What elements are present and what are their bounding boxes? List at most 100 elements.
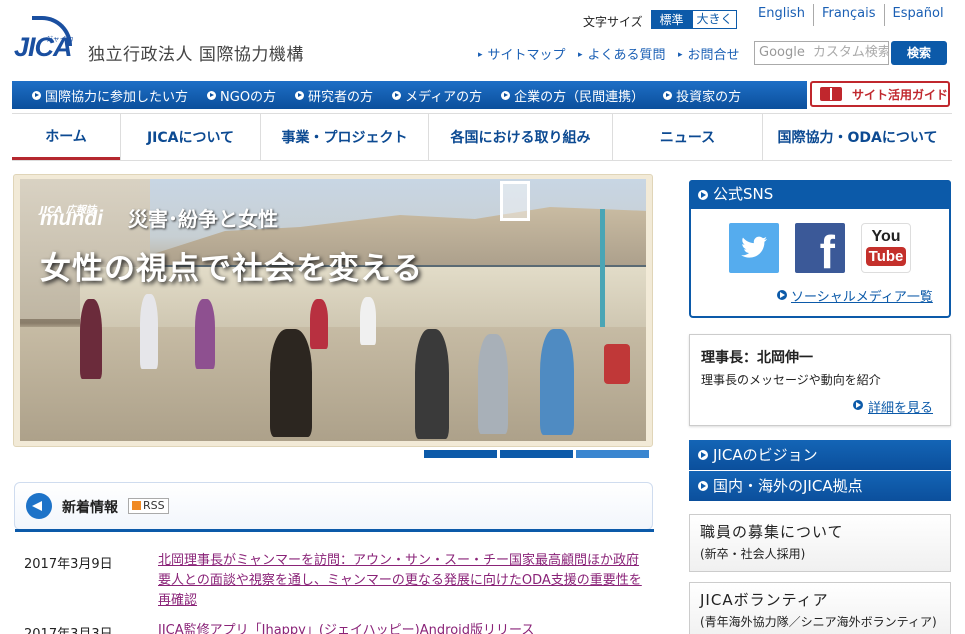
jica-vision-button[interactable]: JICAのビジョン xyxy=(689,440,951,470)
youtube-icon[interactable]: You Tube xyxy=(861,223,911,273)
arrow-bullet-icon xyxy=(698,190,708,200)
child-figure xyxy=(540,329,574,435)
child-figure xyxy=(140,294,158,369)
child-figure xyxy=(80,299,102,379)
audience-participate[interactable]: 国際協力に参加したい方 xyxy=(32,86,188,105)
arrow-bullet-icon xyxy=(698,481,708,491)
lang-english[interactable]: English xyxy=(750,4,813,26)
slide-indicator-3[interactable] xyxy=(576,450,649,458)
language-switcher: English Français Español xyxy=(750,4,952,26)
logo-text: JICA xyxy=(14,32,73,62)
main-nav: ホーム JICAについて 事業・プロジェクト 各国における取り組み ニュース 国… xyxy=(12,113,952,161)
hero-title: 女性の視点で社会を変える xyxy=(40,251,424,287)
audience-label: 研究者の方 xyxy=(308,89,374,105)
audience-label: NGOの方 xyxy=(220,89,277,105)
child-figure xyxy=(195,299,215,369)
audience-label: 投資家の方 xyxy=(676,89,742,105)
hoop-pole xyxy=(600,209,605,329)
basketball-hoop xyxy=(500,181,530,221)
org-name: 独立行政法人 国際協力機構 xyxy=(88,45,304,65)
nav-projects[interactable]: 事業・プロジェクト xyxy=(260,114,428,160)
arrow-bullet-icon xyxy=(295,90,305,100)
arrow-bullet-icon xyxy=(207,90,217,100)
audience-nav: 国際協力に参加したい方 NGOの方 研究者の方 メディアの方 企業の方（民間連携… xyxy=(12,81,807,109)
jica-logo[interactable]: ジャイカ JICA xyxy=(12,14,76,64)
president-details-link[interactable]: 詳細を見る xyxy=(868,397,933,416)
rss-button[interactable]: RSS xyxy=(128,498,169,514)
audience-label: メディアの方 xyxy=(405,89,483,105)
child-figure xyxy=(360,297,376,345)
hero-subtitle: 災害･紛争と女性 xyxy=(128,207,278,231)
news-link[interactable]: JICA監修アプリ「Jhappy」(ジェイハッピー)Android版リリース xyxy=(158,621,648,634)
facebook-icon[interactable]: f xyxy=(795,223,845,273)
arrow-bullet-icon xyxy=(777,290,787,300)
font-size-standard-button[interactable]: 標準 xyxy=(651,10,692,29)
child-figure xyxy=(310,299,328,349)
nav-countries[interactable]: 各国における取り組み xyxy=(428,114,612,160)
volunteer-title: JICAボランティア xyxy=(700,591,829,609)
jica-offices-button[interactable]: 国内・海外のJICA拠点 xyxy=(689,471,951,501)
recruitment-title: 職員の募集について xyxy=(700,523,844,541)
audience-media[interactable]: メディアの方 xyxy=(392,86,482,105)
audience-business[interactable]: 企業の方（民間連携） xyxy=(501,86,644,105)
audience-label: 企業の方（民間連携） xyxy=(514,89,645,105)
search-google-label: Google xyxy=(759,45,805,60)
faq-link[interactable]: よくある質問 xyxy=(578,44,666,63)
president-title: 理事長：北岡伸一 xyxy=(701,350,813,366)
nav-about-jica[interactable]: JICAについて xyxy=(120,114,260,160)
font-size-label: 文字サイズ xyxy=(583,15,643,29)
social-media-list-link[interactable]: ソーシャルメディア一覧 xyxy=(791,286,933,305)
slide-indicator-2[interactable] xyxy=(500,450,573,458)
volunteer-subtitle: (青年海外協力隊／シニア海外ボランティア) xyxy=(700,615,937,629)
hero-image[interactable] xyxy=(20,179,646,441)
nav-oda[interactable]: 国際協力・ODAについて xyxy=(762,114,952,160)
nav-home[interactable]: ホーム xyxy=(12,114,120,160)
president-description: 理事長のメッセージや動向を紹介 xyxy=(701,373,881,387)
book-icon xyxy=(820,87,842,101)
audience-label: 国際協力に参加したい方 xyxy=(45,89,189,105)
recruitment-subtitle: (新卒・社会人採用) xyxy=(700,547,806,561)
child-figure xyxy=(415,329,449,439)
search-placeholder: カスタム検索 xyxy=(812,45,889,60)
twitter-icon[interactable] xyxy=(729,223,779,273)
news-date: 2017年3月3日 xyxy=(24,623,113,634)
sns-header: 公式SNS xyxy=(689,180,951,209)
search-button[interactable]: 検索 xyxy=(891,41,947,65)
lang-french[interactable]: Français xyxy=(812,4,884,26)
font-size-large-button[interactable]: 大きく xyxy=(692,10,737,29)
jica-offices-label: 国内・海外のJICA拠点 xyxy=(713,477,863,495)
news-date: 2017年3月9日 xyxy=(24,557,113,572)
audience-researcher[interactable]: 研究者の方 xyxy=(295,86,373,105)
mundi-logo: mundi xyxy=(40,207,103,230)
rss-label: RSS xyxy=(143,499,165,512)
audience-ngo[interactable]: NGOの方 xyxy=(207,86,276,105)
audience-investor[interactable]: 投資家の方 xyxy=(663,86,741,105)
arrow-bullet-icon xyxy=(392,90,402,100)
arrow-bullet-icon xyxy=(663,90,673,100)
arrow-bullet-icon xyxy=(853,400,863,410)
arrow-bullet-icon xyxy=(32,90,41,100)
child-figure xyxy=(604,344,630,384)
lang-spanish[interactable]: Español xyxy=(883,4,952,26)
megaphone-icon xyxy=(26,493,52,519)
nav-news[interactable]: ニュース xyxy=(612,114,762,160)
jica-vision-label: JICAのビジョン xyxy=(713,446,818,464)
sitemap-link[interactable]: サイトマップ xyxy=(478,44,566,63)
child-figure xyxy=(478,334,508,434)
arrow-bullet-icon xyxy=(698,450,708,460)
youtube-tube: Tube xyxy=(865,247,907,266)
news-header-rule xyxy=(15,529,654,532)
search-input[interactable]: Google カスタム検索 xyxy=(754,41,889,65)
arrow-bullet-icon xyxy=(501,90,511,100)
site-guide-label: サイト活用ガイド xyxy=(852,87,949,102)
recruitment-button[interactable]: 職員の募集について (新卒・社会人採用) xyxy=(689,514,951,572)
youtube-you: You xyxy=(871,228,901,245)
volunteer-button[interactable]: JICAボランティア (青年海外協力隊／シニア海外ボランティア) xyxy=(689,582,951,634)
contact-link[interactable]: お問合せ xyxy=(678,44,740,63)
child-figure xyxy=(270,329,312,437)
twitter-bird-icon xyxy=(741,236,767,258)
site-guide-button[interactable]: サイト活用ガイド xyxy=(810,81,950,107)
slide-indicator-1[interactable] xyxy=(424,450,497,458)
sns-title: 公式SNS xyxy=(713,185,774,203)
news-link[interactable]: 北岡理事長がミャンマーを訪問：アウン・サン・スー・チー国家最高顧問ほか政府要人と… xyxy=(158,551,648,611)
